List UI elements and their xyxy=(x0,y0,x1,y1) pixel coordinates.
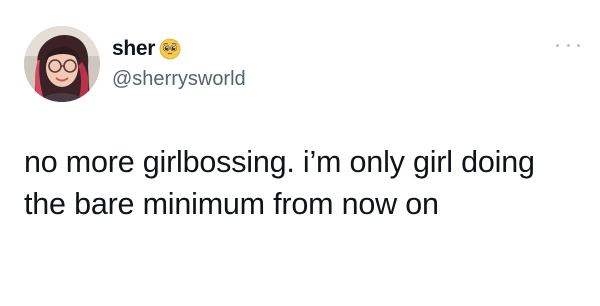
author-name-row: sher xyxy=(112,37,181,61)
pleading-face-emoji-icon xyxy=(159,38,181,60)
display-name[interactable]: sher xyxy=(112,37,155,61)
tweet-card: sher @sherrysworld no more girlbossing. … xyxy=(0,0,600,306)
avatar[interactable] xyxy=(24,26,100,102)
tweet-text-line-1: no more girlbossing. i’m only girl doing xyxy=(24,145,535,179)
dot xyxy=(577,43,580,47)
dot xyxy=(566,43,570,47)
author-handle[interactable]: @sherrysworld xyxy=(112,68,246,91)
more-dots-icon[interactable] xyxy=(556,40,580,50)
avatar-photo xyxy=(24,26,100,102)
tweet-text-line-2: the bare minimum from now on xyxy=(24,187,439,221)
tweet-text: no more girlbossing. i’m only girl doing… xyxy=(24,141,584,225)
dot xyxy=(556,43,559,47)
